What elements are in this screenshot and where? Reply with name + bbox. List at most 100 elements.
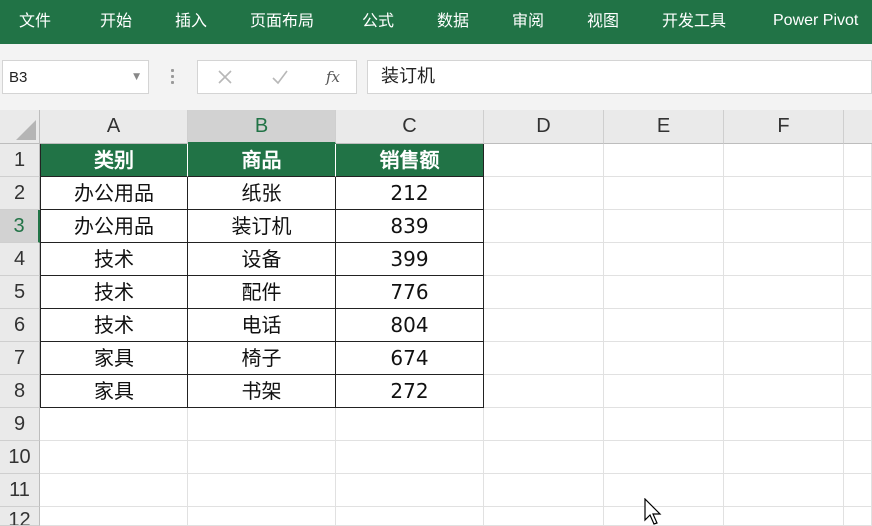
- empty-cell[interactable]: [604, 177, 724, 210]
- empty-cell[interactable]: [336, 441, 484, 474]
- empty-cell[interactable]: [844, 210, 872, 243]
- row-header-6[interactable]: 6: [0, 309, 40, 342]
- table-cell[interactable]: 椅子: [188, 342, 336, 375]
- empty-cell[interactable]: [844, 177, 872, 210]
- row-header-7[interactable]: 7: [0, 342, 40, 375]
- table-cell[interactable]: 804: [336, 309, 484, 342]
- table-cell[interactable]: 家具: [40, 342, 188, 375]
- close-icon[interactable]: [210, 61, 240, 93]
- empty-cell[interactable]: [336, 474, 484, 507]
- empty-cell[interactable]: [604, 144, 724, 177]
- table-cell[interactable]: 书架: [188, 375, 336, 408]
- table-cell[interactable]: 纸张: [188, 177, 336, 210]
- tab-insert[interactable]: 插入: [175, 0, 207, 44]
- table-cell[interactable]: 399: [336, 243, 484, 276]
- empty-cell[interactable]: [484, 441, 604, 474]
- table-cell[interactable]: 技术: [40, 309, 188, 342]
- check-icon[interactable]: [265, 61, 295, 93]
- empty-cell[interactable]: [484, 309, 604, 342]
- tab-data[interactable]: 数据: [437, 0, 469, 44]
- empty-cell[interactable]: [484, 342, 604, 375]
- empty-cell[interactable]: [724, 342, 844, 375]
- table-cell[interactable]: 办公用品: [40, 210, 188, 243]
- empty-cell[interactable]: [724, 210, 844, 243]
- row-header-5[interactable]: 5: [0, 276, 40, 309]
- row-header-1[interactable]: 1: [0, 144, 40, 177]
- column-header-a[interactable]: A: [40, 110, 188, 144]
- formula-input[interactable]: 装订机: [367, 60, 872, 94]
- table-cell[interactable]: 212: [336, 177, 484, 210]
- row-header-11[interactable]: 11: [0, 474, 40, 507]
- row-header-12[interactable]: 12: [0, 507, 40, 526]
- empty-cell[interactable]: [844, 243, 872, 276]
- empty-cell[interactable]: [724, 375, 844, 408]
- tab-power-pivot[interactable]: Power Pivot: [773, 0, 858, 44]
- empty-cell[interactable]: [484, 474, 604, 507]
- tab-file[interactable]: 文件: [19, 0, 51, 44]
- row-header-3[interactable]: 3: [0, 210, 40, 243]
- column-header-d[interactable]: D: [484, 110, 604, 144]
- empty-cell[interactable]: [844, 375, 872, 408]
- empty-cell[interactable]: [40, 507, 188, 526]
- empty-cell[interactable]: [844, 408, 872, 441]
- row-header-2[interactable]: 2: [0, 177, 40, 210]
- tab-page-layout[interactable]: 页面布局: [250, 0, 314, 44]
- table-cell[interactable]: 电话: [188, 309, 336, 342]
- column-header-partial[interactable]: [844, 110, 872, 144]
- row-header-9[interactable]: 9: [0, 408, 40, 441]
- empty-cell[interactable]: [724, 177, 844, 210]
- empty-cell[interactable]: [724, 243, 844, 276]
- tab-view[interactable]: 视图: [587, 0, 619, 44]
- column-header-f[interactable]: F: [724, 110, 844, 144]
- name-box[interactable]: B3 ▼: [2, 60, 149, 94]
- empty-cell[interactable]: [604, 408, 724, 441]
- empty-cell[interactable]: [724, 441, 844, 474]
- row-header-10[interactable]: 10: [0, 441, 40, 474]
- table-cell[interactable]: 技术: [40, 243, 188, 276]
- empty-cell[interactable]: [604, 441, 724, 474]
- empty-cell[interactable]: [724, 144, 844, 177]
- table-cell[interactable]: 办公用品: [40, 177, 188, 210]
- table-cell[interactable]: 674: [336, 342, 484, 375]
- tab-home[interactable]: 开始: [100, 0, 132, 44]
- empty-cell[interactable]: [724, 276, 844, 309]
- empty-cell[interactable]: [604, 276, 724, 309]
- table-header-product[interactable]: 商品: [188, 144, 336, 177]
- empty-cell[interactable]: [604, 243, 724, 276]
- empty-cell[interactable]: [844, 144, 872, 177]
- table-header-sales[interactable]: 销售额: [336, 144, 484, 177]
- table-cell[interactable]: 272: [336, 375, 484, 408]
- column-header-b[interactable]: B: [188, 110, 336, 144]
- empty-cell[interactable]: [604, 210, 724, 243]
- row-header-4[interactable]: 4: [0, 243, 40, 276]
- empty-cell[interactable]: [604, 375, 724, 408]
- table-cell[interactable]: 设备: [188, 243, 336, 276]
- empty-cell[interactable]: [844, 507, 872, 526]
- tab-formulas[interactable]: 公式: [362, 0, 394, 44]
- empty-cell[interactable]: [484, 276, 604, 309]
- active-cell[interactable]: 装订机: [188, 210, 336, 243]
- empty-cell[interactable]: [188, 474, 336, 507]
- table-cell[interactable]: 839: [336, 210, 484, 243]
- empty-cell[interactable]: [40, 474, 188, 507]
- empty-cell[interactable]: [724, 309, 844, 342]
- empty-cell[interactable]: [484, 177, 604, 210]
- empty-cell[interactable]: [484, 243, 604, 276]
- empty-cell[interactable]: [844, 474, 872, 507]
- empty-cell[interactable]: [484, 408, 604, 441]
- empty-cell[interactable]: [336, 507, 484, 526]
- empty-cell[interactable]: [40, 441, 188, 474]
- table-cell[interactable]: 配件: [188, 276, 336, 309]
- column-header-c[interactable]: C: [336, 110, 484, 144]
- empty-cell[interactable]: [484, 507, 604, 526]
- chevron-down-icon[interactable]: ▼: [133, 61, 140, 93]
- empty-cell[interactable]: [724, 474, 844, 507]
- table-cell[interactable]: 家具: [40, 375, 188, 408]
- worksheet-grid[interactable]: A B C D E F 1 2 3 4 5 6 7 8 9 10 11 12 类…: [0, 110, 872, 526]
- column-header-e[interactable]: E: [604, 110, 724, 144]
- empty-cell[interactable]: [844, 276, 872, 309]
- empty-cell[interactable]: [188, 408, 336, 441]
- empty-cell[interactable]: [484, 210, 604, 243]
- empty-cell[interactable]: [188, 441, 336, 474]
- empty-cell[interactable]: [724, 408, 844, 441]
